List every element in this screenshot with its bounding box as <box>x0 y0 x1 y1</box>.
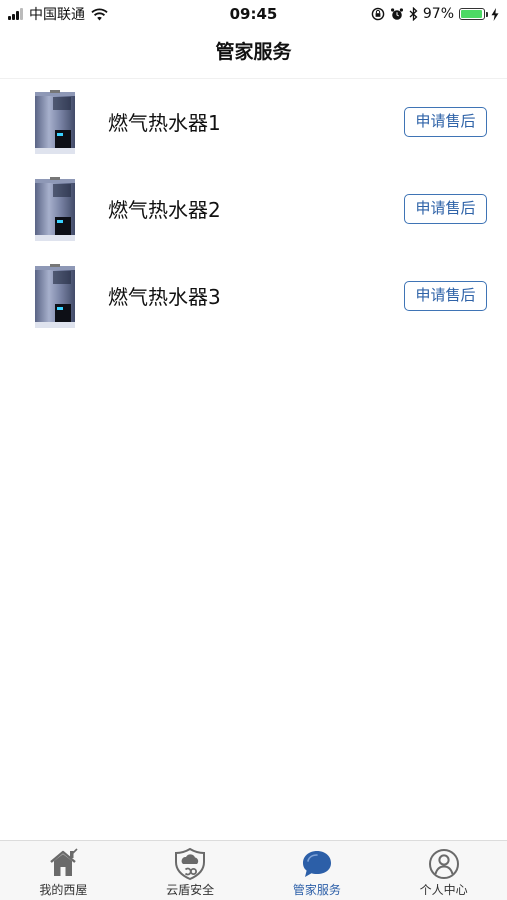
tab-label: 管家服务 <box>292 883 341 897</box>
home-icon <box>50 848 78 876</box>
device-list: 燃气热水器1 申请售后 燃气热水器2 申请售后 燃气热水器3 申请售后 <box>0 80 507 341</box>
user-icon <box>428 849 459 879</box>
bluetooth-icon <box>409 7 418 21</box>
list-item[interactable]: 燃气热水器2 申请售后 <box>0 167 507 254</box>
device-name: 燃气热水器3 <box>108 285 221 309</box>
tab-label: 个人中心 <box>419 883 468 897</box>
rotation-lock-icon <box>371 7 385 21</box>
device-name: 燃气热水器1 <box>108 111 221 135</box>
battery-fill <box>461 10 483 18</box>
list-item[interactable]: 燃气热水器3 申请售后 <box>0 254 507 341</box>
water-heater-icon <box>35 90 75 154</box>
tab-butler-service[interactable]: 管家服务 <box>254 841 381 900</box>
list-item[interactable]: 燃气热水器1 申请售后 <box>0 80 507 167</box>
tab-personal-center[interactable]: 个人中心 <box>380 841 507 900</box>
alarm-icon <box>390 7 404 21</box>
tab-cloud-shield[interactable]: 云盾安全 <box>127 841 254 900</box>
apply-after-sales-button[interactable]: 申请售后 <box>404 281 487 311</box>
battery-icon <box>459 8 488 20</box>
tab-label: 我的西屋 <box>39 883 88 897</box>
app-screen: 中国联通 09:45 97% 管家服务 燃气热水器1 申请售后 燃气热水器2 申… <box>0 0 507 900</box>
apply-after-sales-button[interactable]: 申请售后 <box>404 194 487 224</box>
tab-my-home[interactable]: 我的西屋 <box>0 841 127 900</box>
chat-bubble-icon <box>302 851 331 877</box>
tab-label: 云盾安全 <box>166 883 215 897</box>
tab-bar: 我的西屋 云盾安全 管家服务 个人中心 <box>0 840 507 900</box>
charging-icon <box>491 7 499 21</box>
status-bar: 中国联通 09:45 97% <box>0 0 507 28</box>
cloud-shield-icon <box>175 847 206 881</box>
device-name: 燃气热水器2 <box>108 198 221 222</box>
apply-after-sales-button[interactable]: 申请售后 <box>404 107 487 137</box>
page-title: 管家服务 <box>215 41 292 63</box>
battery-percent: 97% <box>422 6 454 22</box>
status-right: 97% <box>366 4 499 24</box>
navigation-bar: 管家服务 <box>0 28 507 79</box>
water-heater-icon <box>35 264 75 328</box>
water-heater-icon <box>35 177 75 241</box>
